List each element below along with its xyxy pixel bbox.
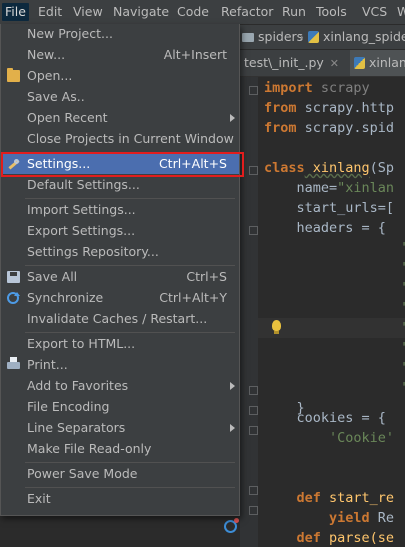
python-file-icon (308, 31, 319, 43)
printer-icon (7, 357, 20, 369)
code-token: ' (400, 240, 405, 256)
fold-icon[interactable] (249, 406, 258, 415)
submenu-arrow-icon (230, 114, 235, 122)
code-token: yield (264, 510, 370, 526)
menu-item-save-all[interactable]: Save All Ctrl+S (1, 267, 239, 287)
folder-icon (242, 33, 254, 42)
code-token: cookies = { (264, 410, 386, 426)
code-editor[interactable]: import scrapy from scrapy.http from scra… (264, 78, 405, 547)
notification-icon[interactable] (224, 518, 239, 533)
menu-separator (25, 332, 235, 333)
menu-item-close-projects[interactable]: Close Projects in Current Window (1, 129, 239, 149)
code-token: from (264, 120, 297, 136)
code-token: Re (369, 510, 395, 526)
menu-refactor[interactable]: Refactor (218, 3, 276, 21)
menu-run[interactable]: Run (279, 3, 309, 21)
sync-icon (7, 292, 20, 304)
code-token: start_urls=[ (264, 200, 395, 216)
code-token: def (264, 490, 321, 506)
tab-init-py[interactable]: test\_init_.py ✕ (240, 50, 343, 76)
fold-icon[interactable] (249, 226, 258, 235)
menu-item-new-project[interactable]: New Project... (1, 24, 239, 44)
menu-item-export-html[interactable]: Export to HTML... (1, 334, 239, 354)
menu-view[interactable]: View (70, 3, 106, 21)
menu-item-make-read-only[interactable]: Make File Read-only (1, 439, 239, 459)
code-token: class (264, 160, 305, 176)
menu-item-open-recent[interactable]: Open Recent (1, 108, 239, 128)
fold-icon[interactable] (249, 426, 258, 435)
code-token: scrapy.spid (296, 120, 395, 136)
folder-icon (7, 68, 20, 82)
editor-tabs: test\_init_.py ✕ xinlan (240, 50, 405, 77)
code-token: ' (400, 320, 405, 336)
code-token: 'Cookie' (264, 430, 395, 446)
code-token: start_re (320, 490, 395, 506)
fold-icon[interactable] (249, 506, 258, 515)
fold-icon[interactable] (249, 86, 258, 95)
breadcrumb: spiders › xinlang_spide (240, 25, 405, 49)
menu-item-add-to-favorites[interactable]: Add to Favorites (1, 376, 239, 396)
code-token: ' (400, 300, 405, 316)
fold-icon[interactable] (249, 166, 258, 175)
code-token: ' (400, 360, 405, 376)
code-token: name= (264, 180, 338, 196)
code-token: (Sp (369, 160, 395, 176)
menu-item-power-save-mode[interactable]: Power Save Mode (1, 464, 239, 484)
menu-window[interactable]: W (394, 3, 405, 21)
editor-gutter (240, 77, 258, 547)
fold-icon[interactable] (249, 486, 258, 495)
fold-icon[interactable] (249, 386, 258, 395)
breadcrumb-separator: › (299, 29, 304, 44)
menu-separator (25, 265, 235, 266)
save-icon (7, 271, 20, 283)
code-token: scrapy.http (296, 100, 395, 116)
code-token: import (264, 80, 313, 96)
menu-item-invalidate-caches[interactable]: Invalidate Caches / Restart... (1, 309, 239, 329)
menu-item-line-separators[interactable]: Line Separators (1, 418, 239, 438)
menu-edit[interactable]: Edit (35, 3, 65, 21)
submenu-arrow-icon (230, 382, 235, 390)
tab-xinlang[interactable]: xinlan (350, 50, 405, 76)
menu-item-file-encoding[interactable]: File Encoding (1, 397, 239, 417)
close-icon[interactable]: ✕ (330, 57, 339, 70)
breadcrumb-file[interactable]: xinlang_spide (308, 29, 405, 44)
menu-tools[interactable]: Tools (313, 3, 350, 21)
menu-item-synchronize[interactable]: Synchronize Ctrl+Alt+Y (1, 288, 239, 308)
code-token: ' (400, 280, 405, 296)
menu-navigate[interactable]: Navigate (110, 3, 172, 21)
code-token: ' (400, 380, 405, 396)
menu-item-save-as[interactable]: Save As.. (1, 87, 239, 107)
menu-item-settings-repository[interactable]: Settings Repository... (1, 242, 239, 262)
code-token: ' (400, 260, 405, 276)
menu-item-new[interactable]: New... Alt+Insert (1, 45, 239, 65)
code-token: "xinlan (337, 180, 395, 196)
menu-separator (25, 462, 235, 463)
menu-code[interactable]: Code (174, 3, 212, 21)
breadcrumb-folder[interactable]: spiders (242, 29, 303, 44)
code-token: headers = { (264, 220, 386, 236)
menu-item-open[interactable]: Open... (1, 66, 239, 86)
menu-item-print[interactable]: Print... (1, 355, 239, 375)
menu-item-import-settings[interactable]: Import Settings... (1, 200, 239, 220)
menu-item-default-settings[interactable]: Default Settings... (1, 175, 239, 195)
menu-separator (25, 198, 235, 199)
python-file-icon (354, 57, 365, 69)
menu-item-export-settings[interactable]: Export Settings... (1, 221, 239, 241)
file-menu-dropdown: New Project... New... Alt+Insert Open...… (0, 24, 240, 516)
code-token: xinlang (304, 160, 370, 176)
annotation-highlight-box (1, 152, 244, 177)
code-token: from (264, 100, 297, 116)
submenu-arrow-icon (230, 424, 235, 432)
code-token: def (264, 530, 321, 546)
menu-bar: File Edit View Navigate Code Refactor Ru… (0, 0, 405, 25)
menu-item-exit[interactable]: Exit (1, 489, 239, 509)
menu-separator (25, 487, 235, 488)
code-token: scrapy (312, 80, 370, 96)
code-token: parse(se (320, 530, 395, 546)
menu-vcs[interactable]: VCS (359, 3, 390, 21)
menu-file[interactable]: File (2, 3, 29, 21)
code-token: ' (400, 340, 405, 356)
